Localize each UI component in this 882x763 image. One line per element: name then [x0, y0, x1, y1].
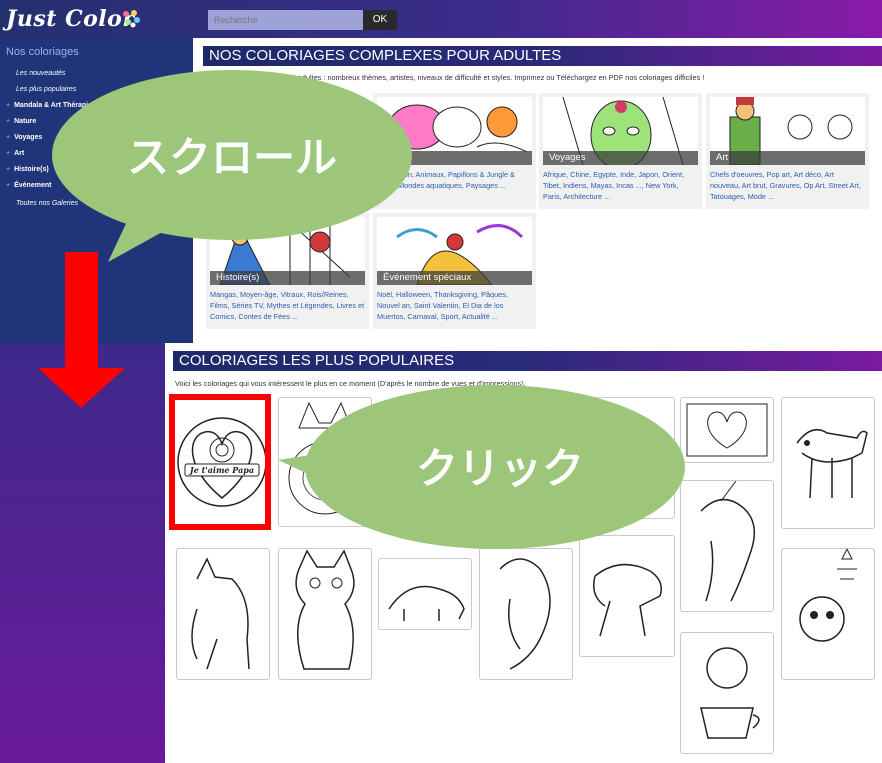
nature-thumbnail: Nature	[377, 97, 532, 165]
sidebar-category-art[interactable]: + Art	[6, 150, 24, 157]
art-thumbnail: Art	[710, 97, 865, 165]
popular-section-heading: COLORIAGES LES PLUS POPULAIRES	[173, 351, 882, 371]
site-logo[interactable]: Just Color	[6, 6, 134, 32]
category-card-voyages[interactable]: Voyages Afrique, Chine, Egypte, Inde, Ja…	[539, 93, 702, 209]
palette-icon	[123, 10, 140, 28]
popular-item-cat[interactable]	[278, 548, 372, 680]
sidebar-category-label: Nature	[14, 118, 37, 125]
adult-section: NOS COLORIAGES COMPLEXES POUR ADULTES No…	[193, 38, 882, 343]
plus-icon: +	[6, 166, 11, 173]
sidebar-category-histoires[interactable]: + Histoire(s)	[6, 166, 49, 173]
plus-icon: +	[6, 102, 11, 109]
horse-head-illustration	[499, 558, 551, 670]
sidebar-item-populaires[interactable]: Les plus populaires	[16, 86, 76, 93]
popular-item-4[interactable]	[680, 397, 774, 463]
sidebar-title: Nos coloriages	[6, 46, 79, 58]
category-card-histoires[interactable]: Histoire(s) Mangas, Moyen-âge, Vitraux, …	[206, 213, 369, 329]
category-card-evenement[interactable]: Événement spéciaux Noël, Halloween, Than…	[373, 213, 536, 329]
card-caption: Événement spéciaux	[377, 271, 532, 285]
popular-item-3[interactable]	[579, 397, 675, 519]
panda-illustration	[799, 549, 857, 642]
plus-icon: +	[6, 118, 11, 125]
popular-item-horse-head[interactable]	[479, 548, 573, 680]
card-links[interactable]: Mangas, Moyen-âge, Vitraux, Rois/Reines,…	[210, 289, 365, 322]
popular-item-panda[interactable]	[781, 548, 875, 680]
popular-item-wild-horse[interactable]	[579, 535, 675, 657]
click-highlight-box	[169, 394, 271, 530]
plus-icon: +	[6, 134, 11, 141]
sidebar-category-nature[interactable]: + Nature	[6, 118, 36, 125]
sidebar-category-label: Mandala & Art Thérapie	[14, 102, 93, 109]
card-caption: Art	[710, 151, 865, 165]
running-horse-illustration	[593, 563, 662, 637]
sidebar-item-nouveautes[interactable]: Les nouveautés	[16, 70, 65, 77]
sidebar-category-label: Voyages	[14, 134, 43, 141]
evenement-thumbnail: Événement spéciaux	[377, 217, 532, 285]
card-links[interactable]: Végétation, Animaux, Papillons & Jungle …	[377, 169, 532, 191]
category-card-art[interactable]: Art Chefs d'oeuvres, Pop art, Art déco, …	[706, 93, 869, 209]
card-caption: Histoire(s)	[210, 271, 365, 285]
voyages-thumbnail: Voyages	[543, 97, 698, 165]
plus-icon: +	[6, 182, 11, 189]
sidebar-category-voyages[interactable]: + Voyages	[6, 134, 42, 141]
sidebar: Nos coloriages Les nouveautés Les plus p…	[0, 38, 193, 343]
card-links[interactable]: Noël, Halloween, Thanksgiving, Pâques, N…	[377, 289, 532, 322]
popular-item-teacup[interactable]	[680, 632, 774, 754]
sidebar-category-mandala[interactable]: + Mandala & Art Thérapie	[6, 102, 92, 109]
card-links[interactable]: Afrique, Chine, Egypte, Inde, Japon, Ori…	[543, 169, 698, 202]
card-caption: Voyages	[543, 151, 698, 165]
search-input[interactable]	[208, 10, 363, 30]
plus-icon: +	[6, 150, 11, 157]
adult-section-heading: NOS COLORIAGES COMPLEXES POUR ADULTES	[203, 46, 882, 66]
category-card-nature[interactable]: Nature Végétation, Animaux, Papillons & …	[373, 93, 536, 209]
search-ok-button[interactable]: OK	[363, 10, 397, 30]
popular-item-horse[interactable]	[781, 397, 875, 529]
sidebar-item-all-galleries[interactable]: Toutes nos Galeries	[16, 200, 78, 207]
fox-illustration	[288, 401, 362, 515]
histoires-thumbnail: Histoire(s)	[210, 217, 365, 285]
adult-section-intro: Nos coloriages gratuits pour adultes : n…	[205, 73, 705, 82]
sidebar-category-label: Histoire(s)	[14, 166, 49, 173]
cat-illustration	[295, 549, 355, 670]
popular-item-unicorn[interactable]	[680, 480, 774, 612]
popular-item-dog[interactable]	[176, 548, 270, 680]
dog-illustration	[191, 557, 250, 670]
unicorn-illustration	[700, 481, 756, 602]
sidebar-category-evenement[interactable]: + Événement	[6, 182, 51, 189]
popular-section-intro: Voici les coloriages qui vous intéressen…	[175, 379, 526, 388]
horse-illustration	[796, 428, 868, 499]
top-bar: Just Color OK	[0, 0, 882, 38]
card-caption: Nature	[377, 151, 532, 165]
dinosaur-illustration	[388, 585, 465, 621]
sidebar-category-label: Art	[14, 150, 25, 157]
sidebar-category-label: Événement	[14, 182, 52, 189]
mandala-illustration	[590, 421, 664, 495]
card-links[interactable]: Chefs d'oeuvres, Pop art, Art déco, Art …	[710, 169, 865, 202]
teacup-girl-illustration	[700, 647, 760, 739]
popular-item-dino[interactable]	[378, 558, 472, 630]
popular-item-fox[interactable]	[278, 397, 372, 527]
heart-frame-illustration	[686, 403, 768, 457]
